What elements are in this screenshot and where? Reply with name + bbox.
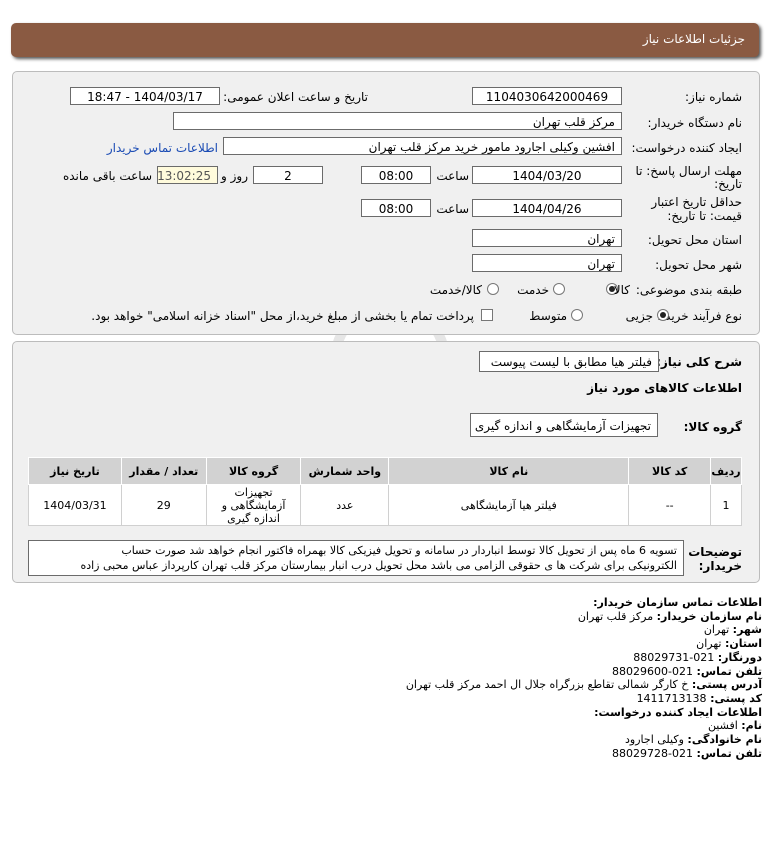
validity-time-field[interactable]: 08:00: [361, 199, 431, 217]
contact-address-row: آدرس پستی: خ کارگر شمالی تقاطع بزرگراه ج…: [405, 678, 762, 692]
buyer-notes-box: تسویه 6 ماه پس از تحویل کالا توسط انبارد…: [28, 540, 684, 576]
creator-label: ایجاد کننده درخواست:: [631, 141, 742, 155]
category-goods-label: کالا: [613, 283, 630, 297]
creator-family-row: نام خانوادگی: وکیلی اجارود: [625, 733, 762, 747]
contact-city: تهران: [703, 623, 730, 637]
buyer-notes-line-2: الکترونیکی برای شرکت ها ی حقوقی الزامی م…: [80, 559, 677, 572]
remaining-label: ساعت باقی مانده: [62, 169, 152, 183]
cell-need-date: 1404/03/31: [28, 484, 122, 526]
deadline-label: مهلت ارسال پاسخ: تا: [635, 164, 742, 178]
page-title: جزئیات اطلاعات نیاز: [642, 32, 745, 46]
validity-label: حداقل تاریخ اعتبار: [651, 195, 742, 209]
city-field[interactable]: تهران: [472, 254, 622, 272]
category-service-radio[interactable]: [553, 283, 565, 295]
cell-row-num: 1: [710, 484, 742, 526]
col-header-group: گروه کالا: [205, 457, 302, 485]
deadline-date-field[interactable]: 1404/03/20: [472, 166, 622, 184]
cell-code: --: [628, 484, 712, 526]
cell-quantity: 29: [120, 484, 207, 526]
goods-info-title: اطلاعات کالاهای مورد نیاز: [587, 381, 742, 395]
col-header-name: نام کالا: [388, 457, 630, 485]
remaining-time-field: 13:02:25: [157, 166, 218, 184]
contact-fax: 021-88029731: [633, 650, 715, 664]
col-header-need-date: تاریخ نیاز: [28, 457, 122, 485]
province-label: استان محل تحویل:: [647, 233, 742, 247]
contact-fax-row: دورنگار: 021-88029731: [633, 650, 762, 664]
announce-datetime-field[interactable]: 1404/03/17 - 18:47: [70, 87, 220, 105]
page-header: جزئیات اطلاعات نیاز: [11, 23, 759, 57]
contact-phone-row: تلفن تماس: 021-88029600: [612, 664, 762, 678]
buyer-contact-link[interactable]: اطلاعات تماس خریدار: [107, 141, 218, 155]
summary-label: شرح کلی نیاز:: [656, 355, 742, 369]
contact-section: اطلاعات تماس سازمان خریدار: نام سازمان خ…: [406, 596, 762, 760]
contact-org: مرکز قلب تهران: [577, 609, 654, 623]
province-field[interactable]: تهران: [472, 229, 622, 247]
validity-time-label: ساعت: [436, 202, 469, 216]
creator-field[interactable]: افشین وکیلی اجارود مامور خرید مرکز قلب ت…: [223, 137, 622, 155]
buyer-notes-label-2: خریدار:: [698, 559, 742, 573]
validity-date-field[interactable]: 1404/04/26: [472, 199, 622, 217]
creator-family: وکیلی اجارود: [625, 733, 684, 747]
category-goods-service-label: کالا/خدمت: [429, 283, 482, 297]
need-number-field[interactable]: 1104030642000469: [472, 87, 622, 105]
announce-label: تاریخ و ساعت اعلان عمومی:: [223, 90, 368, 104]
cell-name: فیلتر هیا آزمایشگاهی: [388, 484, 630, 526]
creator-phone: 021-88029728: [612, 746, 694, 760]
creator-info-title: اطلاعات ایجاد کننده درخواست:: [594, 705, 762, 719]
creator-name: افشین: [707, 719, 738, 733]
col-header-quantity: تعداد / مقدار: [120, 457, 207, 485]
summary-field[interactable]: فیلتر هیا مطابق با لیست پیوست: [479, 351, 659, 372]
col-header-row-num: ردیف: [710, 457, 742, 485]
category-service-label: خدمت: [517, 283, 549, 297]
deadline-time-label: ساعت: [436, 169, 469, 183]
contact-postal: 1411713138: [636, 691, 707, 705]
buyer-notes-line-1: تسویه 6 ماه پس از تحویل کالا توسط انبارد…: [121, 544, 677, 557]
process-medium-label: متوسط: [529, 309, 567, 323]
contact-province: تهران: [696, 637, 722, 651]
creator-phone-row: تلفن تماس: 021-88029728: [612, 746, 762, 760]
table-header-row: ردیف کد کالا نام کالا واحد شمارش گروه کا…: [28, 457, 742, 485]
buyer-notes-label: توضیحات: [688, 545, 742, 559]
category-goods-service-radio[interactable]: [487, 283, 499, 295]
table-row[interactable]: 1 -- فیلتر هیا آزمایشگاهی عدد تجهیزات آز…: [28, 484, 742, 526]
validity-label-2: قیمت: تا تاریخ:: [667, 209, 742, 223]
process-medium-radio[interactable]: [571, 309, 583, 321]
treasury-payment-note: پرداخت تمام یا بخشی از مبلغ خرید،از محل …: [91, 309, 474, 323]
buyer-org-field[interactable]: مرکز قلب تهران: [173, 112, 622, 130]
col-header-unit: واحد شمارش: [300, 457, 390, 485]
buyer-org-label: نام دستگاه خریدار:: [647, 116, 743, 130]
process-label: نوع فرآیند خرید :: [657, 309, 742, 323]
contact-phone: 021-88029600: [612, 664, 694, 678]
need-number-label: شماره نیاز:: [685, 90, 742, 104]
cell-unit: عدد: [300, 484, 390, 526]
goods-group-field[interactable]: تجهیزات آزمایشگاهی و اندازه گیری: [470, 413, 658, 437]
creator-name-row: نام: افشین: [707, 719, 762, 733]
process-minor-label: جزیی: [625, 309, 653, 323]
col-header-code: کد کالا: [628, 457, 712, 485]
deadline-label-2: تاریخ:: [714, 177, 742, 191]
process-minor-radio[interactable]: [657, 309, 669, 321]
deadline-time-field[interactable]: 08:00: [361, 166, 431, 184]
days-label: روز و: [221, 169, 248, 183]
category-label: طبقه بندی موضوعی:: [635, 283, 742, 297]
contact-org-row: نام سازمان خریدار: مرکز قلب تهران: [577, 609, 762, 623]
contact-city-row: شهر: تهران: [703, 623, 762, 637]
treasury-payment-checkbox[interactable]: [481, 309, 493, 321]
contact-address: خ کارگر شمالی تقاطع بزرگراه جلال ال احمد…: [405, 678, 689, 692]
cell-group: تجهیزات آزمایشگاهی و اندازه گیری: [205, 484, 302, 526]
days-remaining-field[interactable]: 2: [253, 166, 323, 184]
contact-title: اطلاعات تماس سازمان خریدار:: [593, 596, 762, 609]
goods-group-label: گروه کالا:: [683, 420, 742, 434]
contact-province-row: استان: تهران: [696, 637, 762, 651]
contact-postal-row: کد پستی: 1411713138: [636, 691, 762, 705]
goods-table: ردیف کد کالا نام کالا واحد شمارش گروه کا…: [28, 457, 742, 526]
city-label: شهر محل تحویل:: [655, 258, 742, 272]
